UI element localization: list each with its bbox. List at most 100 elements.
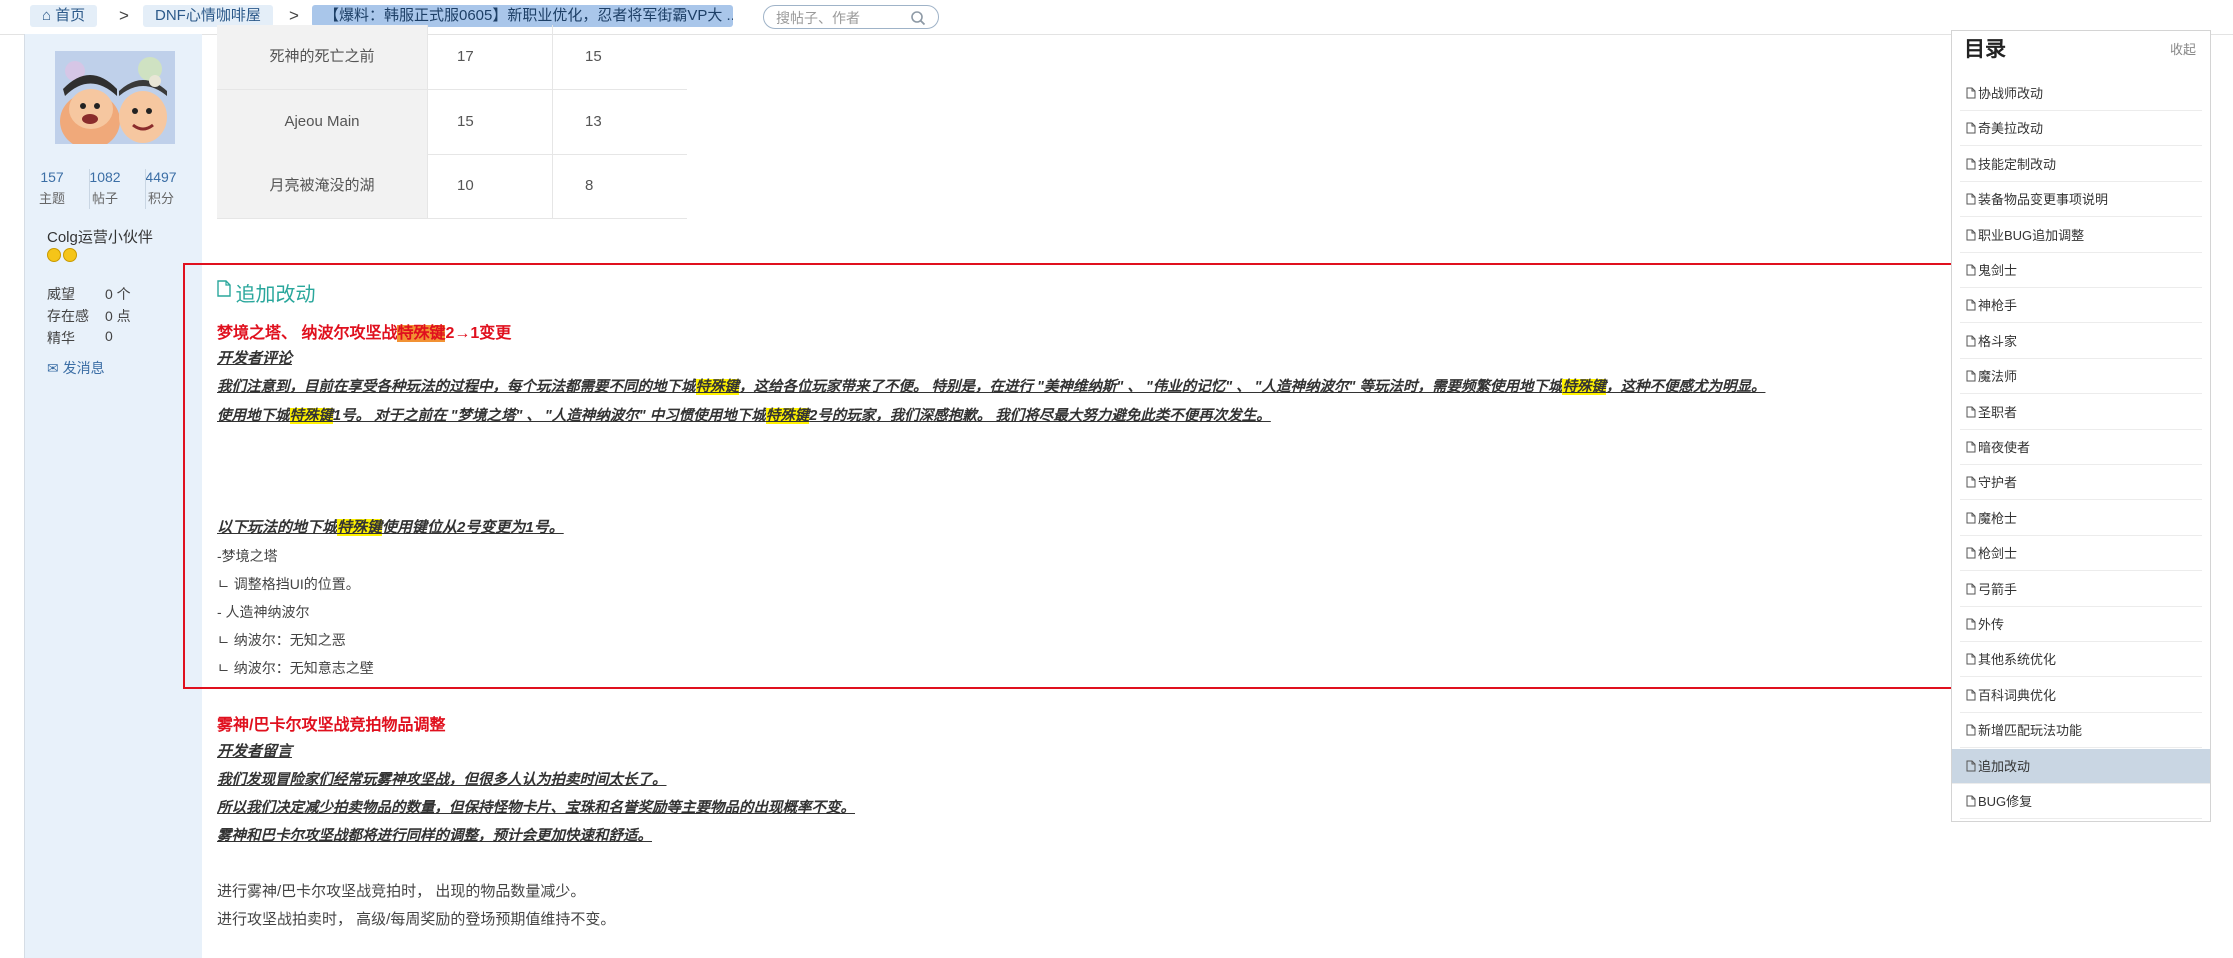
toc-item-label: 弓箭手 [1978,581,2018,597]
keyword-highlight: 特殊键 [289,408,333,424]
toc-item[interactable]: 魔枪士 [1960,501,2202,536]
stat-points[interactable]: 4497 积分 [136,168,186,208]
toc-item-label: 格斗家 [1978,333,2018,349]
toc-item-label: BUG修复 [1978,794,2033,809]
toc-item[interactable]: 鬼剑士 [1960,253,2202,288]
toc-collapse-button[interactable]: 收起 [2170,39,2196,58]
text-segment: 使用键位从2号变更为1号。 [382,519,564,536]
medal-icon [47,248,61,262]
table-divider [427,90,428,154]
toc-item[interactable]: 协战师改动 [1960,76,2202,111]
attr-prestige-key: 威望 [47,286,75,302]
toc-item-label: 神枪手 [1978,298,2018,314]
medal-icon [63,248,77,262]
toc-item-label: 追加改动 [1978,758,2031,774]
author-medals [47,248,79,267]
table-cell-value: 13 [585,113,602,130]
stat-points-value: 4497 [145,169,177,185]
toc-item[interactable]: 守护者 [1960,465,2202,501]
toc-item-label: 新增匹配玩法功能 [1978,723,2083,739]
attr-essence-value: 0 [105,328,113,344]
attr-prestige-value: 0 个 [105,286,131,302]
toc-item[interactable]: 弓箭手 [1960,572,2202,607]
dev-message-line: 我们发现冒险家们经常玩雾神攻坚战，但很多人认为拍卖时间太长了。 [217,772,667,788]
toc-item[interactable]: 职业BUG追加调整 [1960,218,2202,253]
keyword-highlight: 特殊键 [397,325,446,342]
breadcrumb-home[interactable]: ⌂ 首页 [30,5,98,27]
toc-item[interactable]: 奇美拉改动 [1960,111,2202,147]
toc-item[interactable]: 圣职者 [1960,395,2202,430]
toc-item[interactable]: 装备物品变更事项说明 [1960,182,2202,218]
toc-item-label: 枪剑士 [1978,546,2018,562]
list-item: - 人造神纳波尔 [217,604,310,620]
send-message-link[interactable]: ✉ 发消息 [47,358,105,378]
stats-divider [89,169,90,209]
toc-item-label: 守护者 [1978,475,2018,491]
text-segment: ，这给各位玩家带来了不便。 特别是，在进行 "美神维纳斯" 、 "伟业的记忆" … [739,379,1563,395]
dev-comment-line-1: 我们注意到，目前在享受各种玩法的过程中，每个玩法都需要不同的地下城特殊键，这给各… [217,375,1765,396]
text-segment: 以下玩法的地下城 [217,519,338,536]
author-name[interactable]: Colg运营小伙伴 [47,226,153,247]
stat-posts[interactable]: 1082 帖子 [80,168,130,208]
avatar-illustration [55,51,175,144]
table-divider [552,154,553,218]
toc-item[interactable]: 追加改动 [1952,748,2210,784]
change-title: 梦境之塔、 纳波尔攻坚战特殊键2→1变更 [217,319,511,343]
breadcrumb-forum[interactable]: DNF心情咖啡屋 [143,5,273,27]
search-input[interactable] [774,8,908,28]
toc-item[interactable]: 新增匹配玩法功能 [1960,713,2202,749]
toc-item[interactable]: BUG修复 [1960,784,2202,819]
stat-topics-label: 主题 [38,191,65,206]
table-cell-value: 10 [457,177,474,194]
text-segment: ，这种不便感尤为明显。 [1605,379,1766,395]
text-segment: 使用地下城 [217,408,290,424]
toc-item-label: 奇美拉改动 [1978,121,2044,137]
toc-item[interactable]: 其他系统优化 [1960,642,2202,678]
change-title-2: 雾神/巴卡尔攻坚战竞拍物品调整 [217,717,446,734]
avatar[interactable] [55,51,175,144]
keybind-change-note: 以下玩法的地下城特殊键使用键位从2号变更为1号。 [217,516,564,537]
table-row: 月亮被淹没的湖 10 8 [217,154,687,219]
table-cell-name: Ajeou Main [217,90,427,154]
stat-topics[interactable]: 157 主题 [27,168,77,208]
home-icon: ⌂ [42,7,52,24]
toc-item-label: 魔枪士 [1978,510,2018,526]
toc-item[interactable]: 格斗家 [1960,324,2202,359]
toc-item[interactable]: 神枪手 [1960,288,2202,324]
keyword-highlight: 特殊键 [695,379,739,395]
toc-item[interactable]: 技能定制改动 [1960,147,2202,182]
stat-posts-value: 1082 [89,169,121,185]
table-cell-value: 17 [457,48,474,65]
table-cell-value: 15 [457,113,474,130]
toc-item[interactable]: 百科词典优化 [1960,678,2202,713]
stat-points-label: 积分 [147,191,174,206]
document-icon [217,280,231,297]
search-icon[interactable] [910,10,926,26]
breadcrumb-thread[interactable]: 【爆料：韩服正式服0605】新职业优化，忍者将军街霸VP大 ... [312,5,733,27]
table-cell-value: 8 [585,177,594,194]
table-divider [552,25,553,89]
chevron-right-icon: > [289,6,299,25]
table-cell-name: 死神的死亡之前 [217,25,427,89]
attr-essence: 精华 0 [47,328,113,348]
toc-item[interactable]: 枪剑士 [1960,536,2202,572]
change-title-text: 梦境之塔、 纳波尔攻坚战 [217,325,398,342]
section-heading-text: 追加改动 [235,284,316,306]
table-cell-name: 月亮被淹没的湖 [217,154,427,218]
search-box[interactable] [763,5,939,29]
text-segment: 1号。 对于之前在 "梦境之塔" 、 "人造神纳波尔" 中习惯使用地下城 [333,408,766,424]
toc-item-label: 百科词典优化 [1978,687,2057,703]
toc-item-label: 技能定制改动 [1978,156,2057,172]
toc-item-label: 装备物品变更事项说明 [1978,192,2109,208]
author-panel: 157 主题 1082 帖子 4497 积分 Colg运营小伙伴 威望 0 个 … [25,34,202,958]
attr-presence-value: 0 点 [105,308,131,324]
send-message-label: 发消息 [62,360,105,376]
attr-presence: 存在感 0 点 [47,306,131,326]
text-segment: 2号的玩家，我们深感抱歉。 我们将尽最大努力避免此类不便再次发生。 [809,408,1271,424]
toc-item-label: 圣职者 [1978,404,2018,420]
toc-item[interactable]: 暗夜使者 [1960,430,2202,465]
toc-item[interactable]: 外传 [1960,607,2202,642]
dev-comment-label: 开发者评论 [217,350,293,367]
table-cell-value: 15 [585,48,602,65]
toc-item[interactable]: 魔法师 [1960,359,2202,395]
